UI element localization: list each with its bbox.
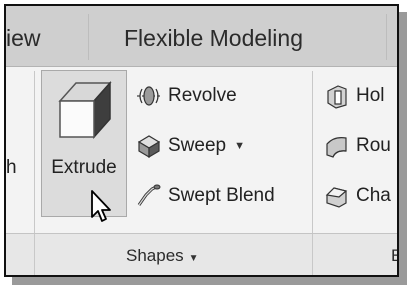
ribbon-body: h Extrude Revolve Sweep ▼ Swept Blend Ho… xyxy=(6,67,397,275)
revolve-label: Revolve xyxy=(168,85,237,106)
swept-blend-label: Swept Blend xyxy=(168,185,275,206)
sweep-label: Sweep xyxy=(168,135,227,156)
swept-blend-button[interactable]: Swept Blend xyxy=(136,181,275,211)
sweep-dropdown-icon[interactable]: ▼ xyxy=(234,140,245,152)
engineering-panel-label[interactable]: E xyxy=(391,246,397,266)
sweep-button[interactable]: Sweep ▼ xyxy=(136,131,245,161)
hole-icon xyxy=(324,83,350,109)
ribbon-panel-footer: Shapes ▼ E xyxy=(6,233,397,275)
round-button[interactable]: Rou xyxy=(324,131,391,161)
hole-button[interactable]: Hol xyxy=(324,81,385,111)
tab-flexible-modeling[interactable]: Flexible Modeling xyxy=(124,6,303,66)
hole-label: Hol xyxy=(356,85,385,106)
round-icon xyxy=(324,133,350,159)
chamfer-icon xyxy=(324,183,350,209)
shapes-panel-dropdown[interactable]: Shapes ▼ xyxy=(126,246,199,266)
revolve-icon xyxy=(136,83,162,109)
panel-divider xyxy=(312,234,313,275)
shapes-panel-label: Shapes xyxy=(126,246,184,265)
swept-blend-icon xyxy=(136,183,162,209)
revolve-button[interactable]: Revolve xyxy=(136,81,237,111)
tab-view[interactable]: iew xyxy=(6,6,41,66)
sweep-icon xyxy=(136,133,162,159)
truncated-command-label[interactable]: h xyxy=(6,157,17,179)
chamfer-label: Cha xyxy=(356,185,391,206)
mouse-cursor-icon xyxy=(91,190,111,222)
chevron-down-icon: ▼ xyxy=(188,253,199,264)
ribbon-tab-bar: iew Flexible Modeling xyxy=(6,6,397,67)
window-shadow-bottom xyxy=(12,277,407,285)
extrude-cube-icon xyxy=(58,81,112,139)
ribbon-window: iew Flexible Modeling h Extrude Revolve … xyxy=(4,4,399,277)
extrude-label: Extrude xyxy=(51,157,117,178)
window-shadow-right xyxy=(399,12,407,283)
round-label: Rou xyxy=(356,135,391,156)
chamfer-button[interactable]: Cha xyxy=(324,181,391,211)
tab-separator xyxy=(88,14,89,60)
panel-divider xyxy=(34,234,35,275)
tab-separator xyxy=(386,14,387,60)
